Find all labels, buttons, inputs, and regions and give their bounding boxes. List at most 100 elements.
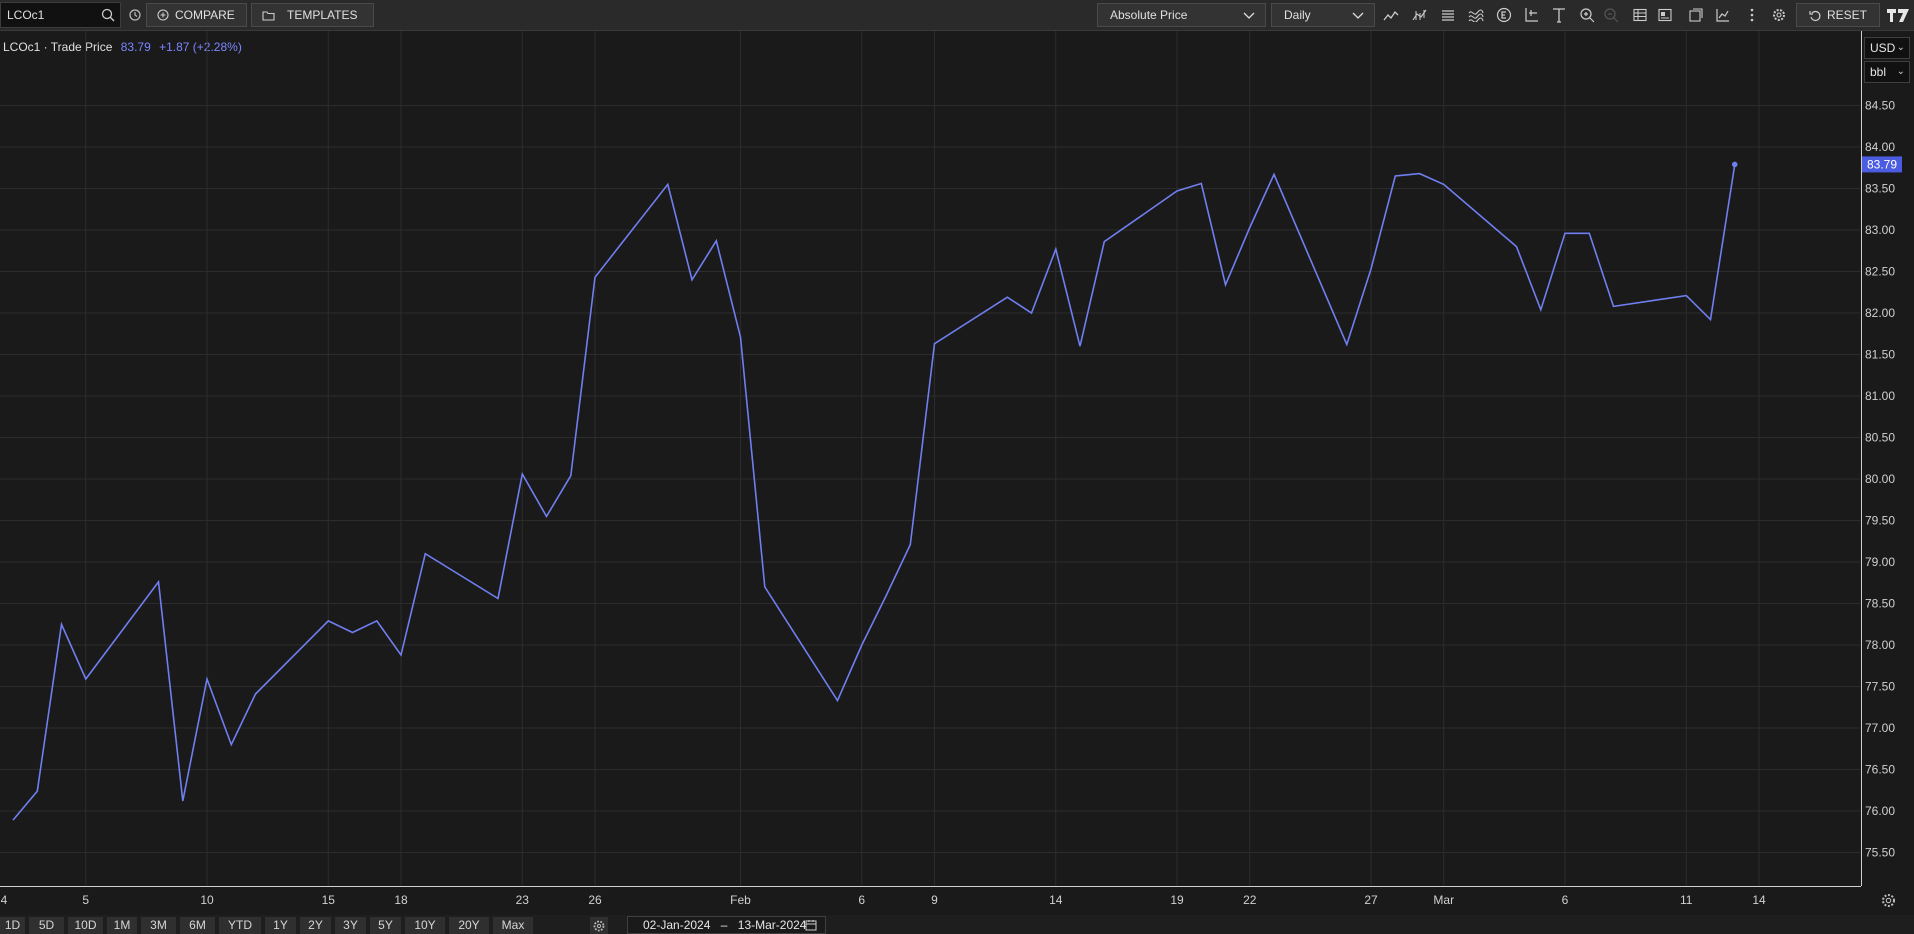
y-tick-label: 76.00 bbox=[1865, 804, 1895, 818]
y-tick-label: 75.50 bbox=[1865, 846, 1895, 860]
x-tick-label: 6 bbox=[1562, 893, 1569, 907]
ohlc-chart-icon[interactable] bbox=[1410, 5, 1430, 25]
range-button-1m[interactable]: 1M bbox=[107, 917, 137, 934]
chart-grid bbox=[0, 31, 1860, 886]
brand-logo-icon bbox=[1887, 9, 1909, 22]
x-tick-label: 5 bbox=[82, 893, 89, 907]
unit-value: bbl bbox=[1870, 65, 1887, 79]
undo-icon bbox=[1809, 10, 1821, 21]
folder-icon bbox=[262, 10, 275, 21]
y-tick-label: 83.00 bbox=[1865, 223, 1895, 237]
x-tick-label: 23 bbox=[516, 893, 530, 907]
instrument-search-box bbox=[0, 2, 121, 28]
x-tick-label: 4 bbox=[1, 893, 8, 907]
y-tick-label: 82.50 bbox=[1865, 265, 1895, 279]
x-axis: 4 5 10 15 18 23 26 Feb 6 9 14 19 22 27 Mar 6 11 14 bbox=[0, 886, 1861, 907]
interval-dropdown[interactable]: Daily bbox=[1271, 3, 1375, 27]
line-chart-icon[interactable] bbox=[1381, 5, 1401, 25]
x-tick-label: 19 bbox=[1170, 893, 1184, 907]
range-button-10d[interactable]: 10D bbox=[68, 917, 103, 934]
y-tick-label: 84.50 bbox=[1865, 99, 1895, 113]
zoom-out-icon[interactable] bbox=[1601, 5, 1621, 25]
axis-settings-icon[interactable] bbox=[1879, 891, 1897, 909]
range-button-3m[interactable]: 3M bbox=[141, 917, 176, 934]
range-button-1d[interactable]: 1D bbox=[0, 917, 25, 934]
y-tick-label: 81.50 bbox=[1865, 348, 1895, 362]
calendar-icon bbox=[805, 920, 817, 931]
more-options-icon[interactable] bbox=[1742, 5, 1762, 25]
compare-label: COMPARE bbox=[175, 8, 235, 22]
range-button-10y[interactable]: 10Y bbox=[405, 917, 445, 934]
range-settings-icon[interactable] bbox=[590, 917, 608, 934]
date-from: 02-Jan-2024 bbox=[643, 918, 711, 932]
x-tick-label: 6 bbox=[858, 893, 865, 907]
range-button-1y[interactable]: 1Y bbox=[265, 917, 296, 934]
y-tick-label: 79.00 bbox=[1865, 555, 1895, 569]
date-to: 13-Mar-2024 bbox=[737, 918, 807, 932]
x-tick-label: 14 bbox=[1049, 893, 1063, 907]
search-icon[interactable] bbox=[100, 7, 116, 23]
currency-value: USD bbox=[1870, 41, 1896, 55]
studies-list-icon[interactable] bbox=[1438, 5, 1458, 25]
templates-button[interactable]: TEMPLATES bbox=[251, 3, 374, 27]
crosshair-tool-icon[interactable] bbox=[1521, 5, 1541, 25]
y-tick-label: 77.00 bbox=[1865, 721, 1895, 735]
range-button-5y[interactable]: 5Y bbox=[370, 917, 401, 934]
gear-icon[interactable] bbox=[1769, 5, 1789, 25]
plus-circle-icon bbox=[157, 9, 169, 21]
range-button-ytd[interactable]: YTD bbox=[219, 917, 261, 934]
range-button-20y[interactable]: 20Y bbox=[449, 917, 489, 934]
currency-select[interactable]: USD ⌄ bbox=[1864, 37, 1910, 59]
x-tick-label: 15 bbox=[322, 893, 336, 907]
range-button-5d[interactable]: 5D bbox=[29, 917, 64, 934]
x-tick-label: 18 bbox=[394, 893, 408, 907]
y-tick-label: 84.00 bbox=[1865, 140, 1895, 154]
y-tick-label: 82.00 bbox=[1865, 306, 1895, 320]
x-tick-label: 11 bbox=[1680, 893, 1693, 907]
x-tick-label: 14 bbox=[1752, 893, 1766, 907]
y-tick-label: 80.50 bbox=[1865, 431, 1895, 445]
chevron-down-icon bbox=[1352, 12, 1364, 19]
price-chart[interactable]: 75.50 76.00 76.50 77.00 77.50 78.00 78.50 79.00… bbox=[0, 31, 1914, 915]
layout-icon[interactable] bbox=[1655, 5, 1675, 25]
compare-button[interactable]: COMPARE bbox=[146, 3, 247, 27]
chart-settings-icon[interactable] bbox=[1713, 5, 1733, 25]
price-mode-dropdown[interactable]: Absolute Price bbox=[1097, 3, 1266, 27]
chevron-down-icon bbox=[1243, 12, 1255, 19]
text-tool-icon[interactable] bbox=[1549, 5, 1569, 25]
interval-value: Daily bbox=[1284, 8, 1311, 22]
instrument-search-input[interactable] bbox=[7, 7, 97, 23]
last-price-marker: 83.79 bbox=[1731, 156, 1902, 173]
chevron-down-icon: ⌄ bbox=[1896, 66, 1905, 77]
y-tick-label: 78.00 bbox=[1865, 638, 1895, 652]
wave-indicator-icon[interactable] bbox=[1466, 5, 1486, 25]
y-tick-label: 80.00 bbox=[1865, 472, 1895, 486]
range-button-3y[interactable]: 3Y bbox=[335, 917, 366, 934]
unit-select[interactable]: bbl ⌄ bbox=[1864, 61, 1910, 83]
events-icon[interactable] bbox=[1494, 5, 1514, 25]
history-icon[interactable] bbox=[125, 5, 145, 25]
export-icon[interactable] bbox=[1686, 5, 1706, 25]
zoom-in-icon[interactable] bbox=[1577, 5, 1597, 25]
y-tick-label: 76.50 bbox=[1865, 763, 1895, 777]
y-tick-label: 83.50 bbox=[1865, 182, 1895, 196]
toolbar: COMPARE TEMPLATES Absolute Price Daily bbox=[0, 0, 1914, 31]
x-tick-label: Mar bbox=[1433, 893, 1454, 907]
range-button-6m[interactable]: 6M bbox=[180, 917, 215, 934]
chevron-down-icon: ⌄ bbox=[1896, 42, 1905, 53]
last-point-dot bbox=[1731, 161, 1738, 168]
reset-label: RESET bbox=[1826, 8, 1867, 22]
date-range-picker[interactable]: 02-Jan-2024 – 13-Mar-2024 bbox=[627, 916, 826, 934]
x-tick-label: 26 bbox=[588, 893, 602, 907]
date-separator: – bbox=[720, 918, 728, 932]
x-tick-label: 22 bbox=[1243, 893, 1257, 907]
reset-button[interactable]: RESET bbox=[1796, 3, 1880, 27]
price-mode-value: Absolute Price bbox=[1110, 8, 1188, 22]
range-button-2y[interactable]: 2Y bbox=[300, 917, 331, 934]
y-tick-label: 79.50 bbox=[1865, 514, 1895, 528]
range-button-max[interactable]: Max bbox=[493, 917, 533, 934]
data-table-icon[interactable] bbox=[1630, 5, 1650, 25]
y-tick-label: 81.00 bbox=[1865, 389, 1895, 403]
y-tick-label: 77.50 bbox=[1865, 680, 1895, 694]
x-tick-label: 10 bbox=[200, 893, 214, 907]
